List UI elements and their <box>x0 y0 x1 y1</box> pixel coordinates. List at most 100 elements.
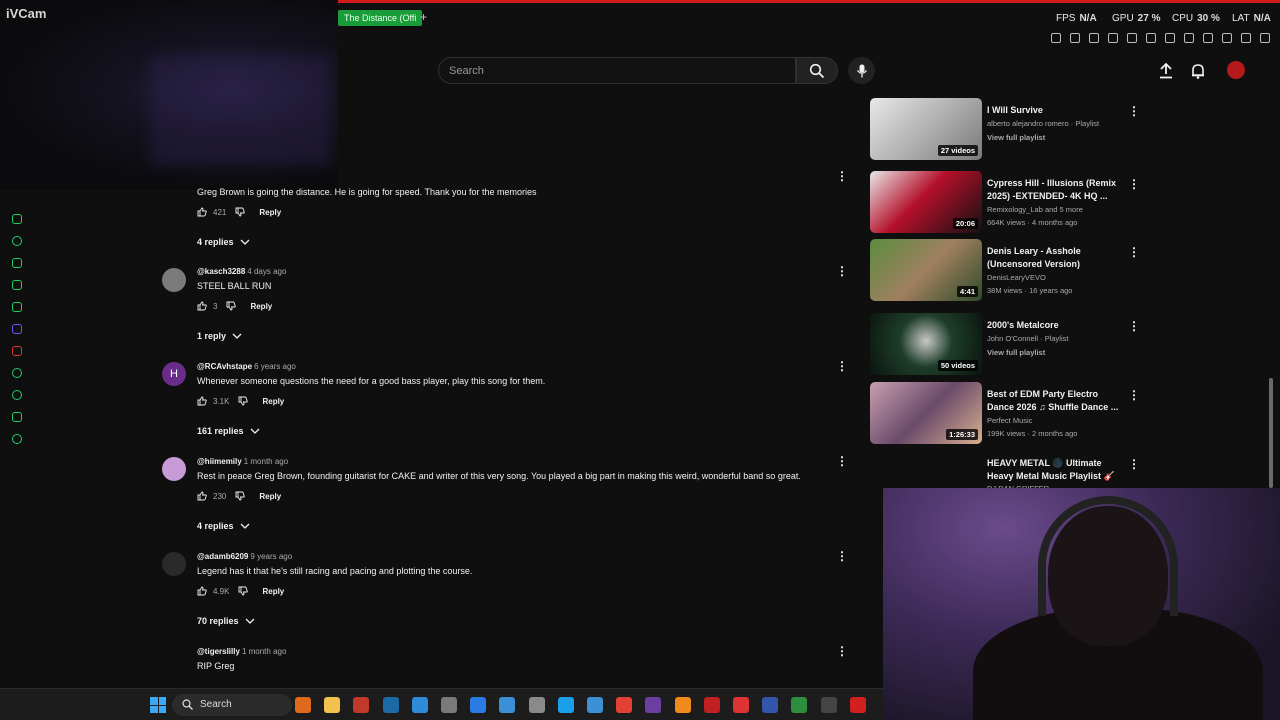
reply-button[interactable]: Reply <box>259 208 281 217</box>
related-item[interactable]: HEAVY METAL 🌑 Ultimate Heavy Metal Music… <box>870 451 1145 494</box>
extension-icon[interactable] <box>1222 33 1232 43</box>
related-title[interactable]: 2000's Metalcore <box>987 319 1123 332</box>
comment-more-button[interactable]: ⋮ <box>836 455 848 467</box>
extension-icon[interactable] <box>1184 33 1194 43</box>
thumbnail[interactable]: 50 videos <box>870 313 982 375</box>
rail-icon[interactable] <box>12 280 22 290</box>
related-title[interactable]: I Will Survive <box>987 104 1123 117</box>
extension-icon[interactable] <box>1146 33 1156 43</box>
start-button[interactable] <box>150 697 166 713</box>
related-more-button[interactable]: ⋮ <box>1128 457 1140 471</box>
app-icon-5[interactable] <box>499 697 516 713</box>
comment-more-button[interactable]: ⋮ <box>836 265 848 277</box>
comment-author[interactable]: @kasch3288 <box>197 267 245 276</box>
related-item[interactable]: 20:06 Cypress Hill - Illusions (Remix 20… <box>870 171 1145 233</box>
thumbnail[interactable]: 20:06 <box>870 171 982 233</box>
comment-author[interactable]: @adamb6209 <box>197 552 248 561</box>
avatar[interactable] <box>162 268 186 292</box>
like-icon[interactable] <box>197 491 207 501</box>
related-more-button[interactable]: ⋮ <box>1128 388 1140 402</box>
reply-button[interactable]: Reply <box>259 492 281 501</box>
extension-icon[interactable] <box>1127 33 1137 43</box>
related-more-button[interactable]: ⋮ <box>1128 245 1140 259</box>
app-icon-11[interactable] <box>733 697 749 713</box>
twitch-icon[interactable] <box>12 324 22 334</box>
file-explorer-icon[interactable] <box>324 697 341 713</box>
rail-icon[interactable] <box>12 302 22 312</box>
dislike-icon[interactable] <box>226 301 237 311</box>
extension-icon[interactable] <box>1165 33 1175 43</box>
account-avatar[interactable] <box>1227 61 1245 79</box>
comment-more-button[interactable]: ⋮ <box>836 360 848 372</box>
chrome-icon[interactable] <box>616 697 633 713</box>
view-playlist-link[interactable]: View full playlist <box>987 133 1045 142</box>
avatar[interactable] <box>162 457 186 481</box>
dislike-icon[interactable] <box>238 396 249 406</box>
related-item[interactable]: 50 videos 2000's Metalcore John O'Connel… <box>870 313 1145 375</box>
rail-icon[interactable] <box>12 368 22 378</box>
reply-button[interactable]: Reply <box>262 397 284 406</box>
search-input[interactable] <box>439 58 795 83</box>
extension-icon[interactable] <box>1108 33 1118 43</box>
settings-icon[interactable] <box>12 434 22 444</box>
rail-icon[interactable] <box>12 390 22 400</box>
app-icon-2[interactable] <box>411 697 428 713</box>
related-more-button[interactable]: ⋮ <box>1128 177 1140 191</box>
vlc-icon[interactable] <box>674 697 691 713</box>
like-icon[interactable] <box>197 396 207 406</box>
related-more-button[interactable]: ⋮ <box>1128 319 1140 333</box>
replies-toggle[interactable]: 70 replies <box>197 616 255 626</box>
related-item[interactable]: 1:26:33 Best of EDM Party Electro Dance … <box>870 382 1145 444</box>
like-icon[interactable] <box>197 301 207 311</box>
app-icon-10[interactable] <box>703 697 720 713</box>
app-icon-13[interactable] <box>791 697 808 713</box>
extension-icon[interactable] <box>1070 33 1080 43</box>
menu-icon[interactable] <box>1260 33 1270 43</box>
dislike-icon[interactable] <box>238 586 249 596</box>
rail-icon[interactable] <box>12 236 22 246</box>
app-icon-12[interactable] <box>762 697 779 713</box>
dislike-icon[interactable] <box>235 491 246 501</box>
app-icon-9[interactable] <box>645 697 662 713</box>
extension-icon[interactable] <box>1241 33 1251 43</box>
rail-icon[interactable] <box>12 346 22 356</box>
related-title[interactable]: Best of EDM Party Electro Dance 2026 ♫ S… <box>987 388 1123 414</box>
rail-icon[interactable] <box>12 214 22 224</box>
rail-icon[interactable] <box>12 258 22 268</box>
related-title[interactable]: Cypress Hill - Illusions (Remix 2025) -E… <box>987 177 1123 203</box>
rail-icon[interactable] <box>12 412 22 422</box>
comment-more-button[interactable]: ⋮ <box>836 645 848 657</box>
related-item[interactable]: 27 videos I Will Survive alberto alejand… <box>870 98 1145 160</box>
search-button[interactable] <box>796 57 838 84</box>
app-icon-14[interactable] <box>820 697 837 713</box>
replies-toggle[interactable]: 4 replies <box>197 521 250 531</box>
related-more-button[interactable]: ⋮ <box>1128 104 1140 118</box>
steam-icon[interactable] <box>382 697 399 713</box>
notifications-button[interactable] <box>1187 60 1209 82</box>
reply-button[interactable]: Reply <box>262 587 284 596</box>
view-playlist-link[interactable]: View full playlist <box>987 348 1045 357</box>
taskbar-search[interactable]: Search <box>172 694 292 716</box>
scrollbar-thumb[interactable] <box>1269 378 1273 488</box>
comment-author[interactable]: @hiimemily <box>197 457 242 466</box>
app-icon-1[interactable] <box>353 697 370 713</box>
avatar[interactable] <box>162 552 186 576</box>
comment-more-button[interactable]: ⋮ <box>836 550 848 562</box>
comment-author[interactable]: @RCAvhstape <box>197 362 252 371</box>
thumbnail[interactable]: 27 videos <box>870 98 982 160</box>
extension-icon[interactable] <box>1051 33 1061 43</box>
reply-button[interactable]: Reply <box>250 302 272 311</box>
lava-icon[interactable] <box>295 697 311 713</box>
app-icon-7[interactable] <box>557 697 574 713</box>
related-title[interactable]: Denis Leary - Asshole (Uncensored Versio… <box>987 245 1123 271</box>
voice-search-button[interactable] <box>848 57 875 84</box>
dislike-icon[interactable] <box>235 207 246 217</box>
comment-more-button[interactable]: ⋮ <box>836 170 848 182</box>
replies-toggle[interactable]: 1 reply <box>197 331 242 341</box>
like-icon[interactable] <box>197 586 207 596</box>
app-icon-8[interactable] <box>587 697 603 713</box>
upload-button[interactable] <box>1155 60 1177 82</box>
replies-toggle[interactable]: 161 replies <box>197 426 260 436</box>
thumbnail[interactable]: 4:41 <box>870 239 982 301</box>
thumbnail[interactable]: 1:26:33 <box>870 382 982 444</box>
